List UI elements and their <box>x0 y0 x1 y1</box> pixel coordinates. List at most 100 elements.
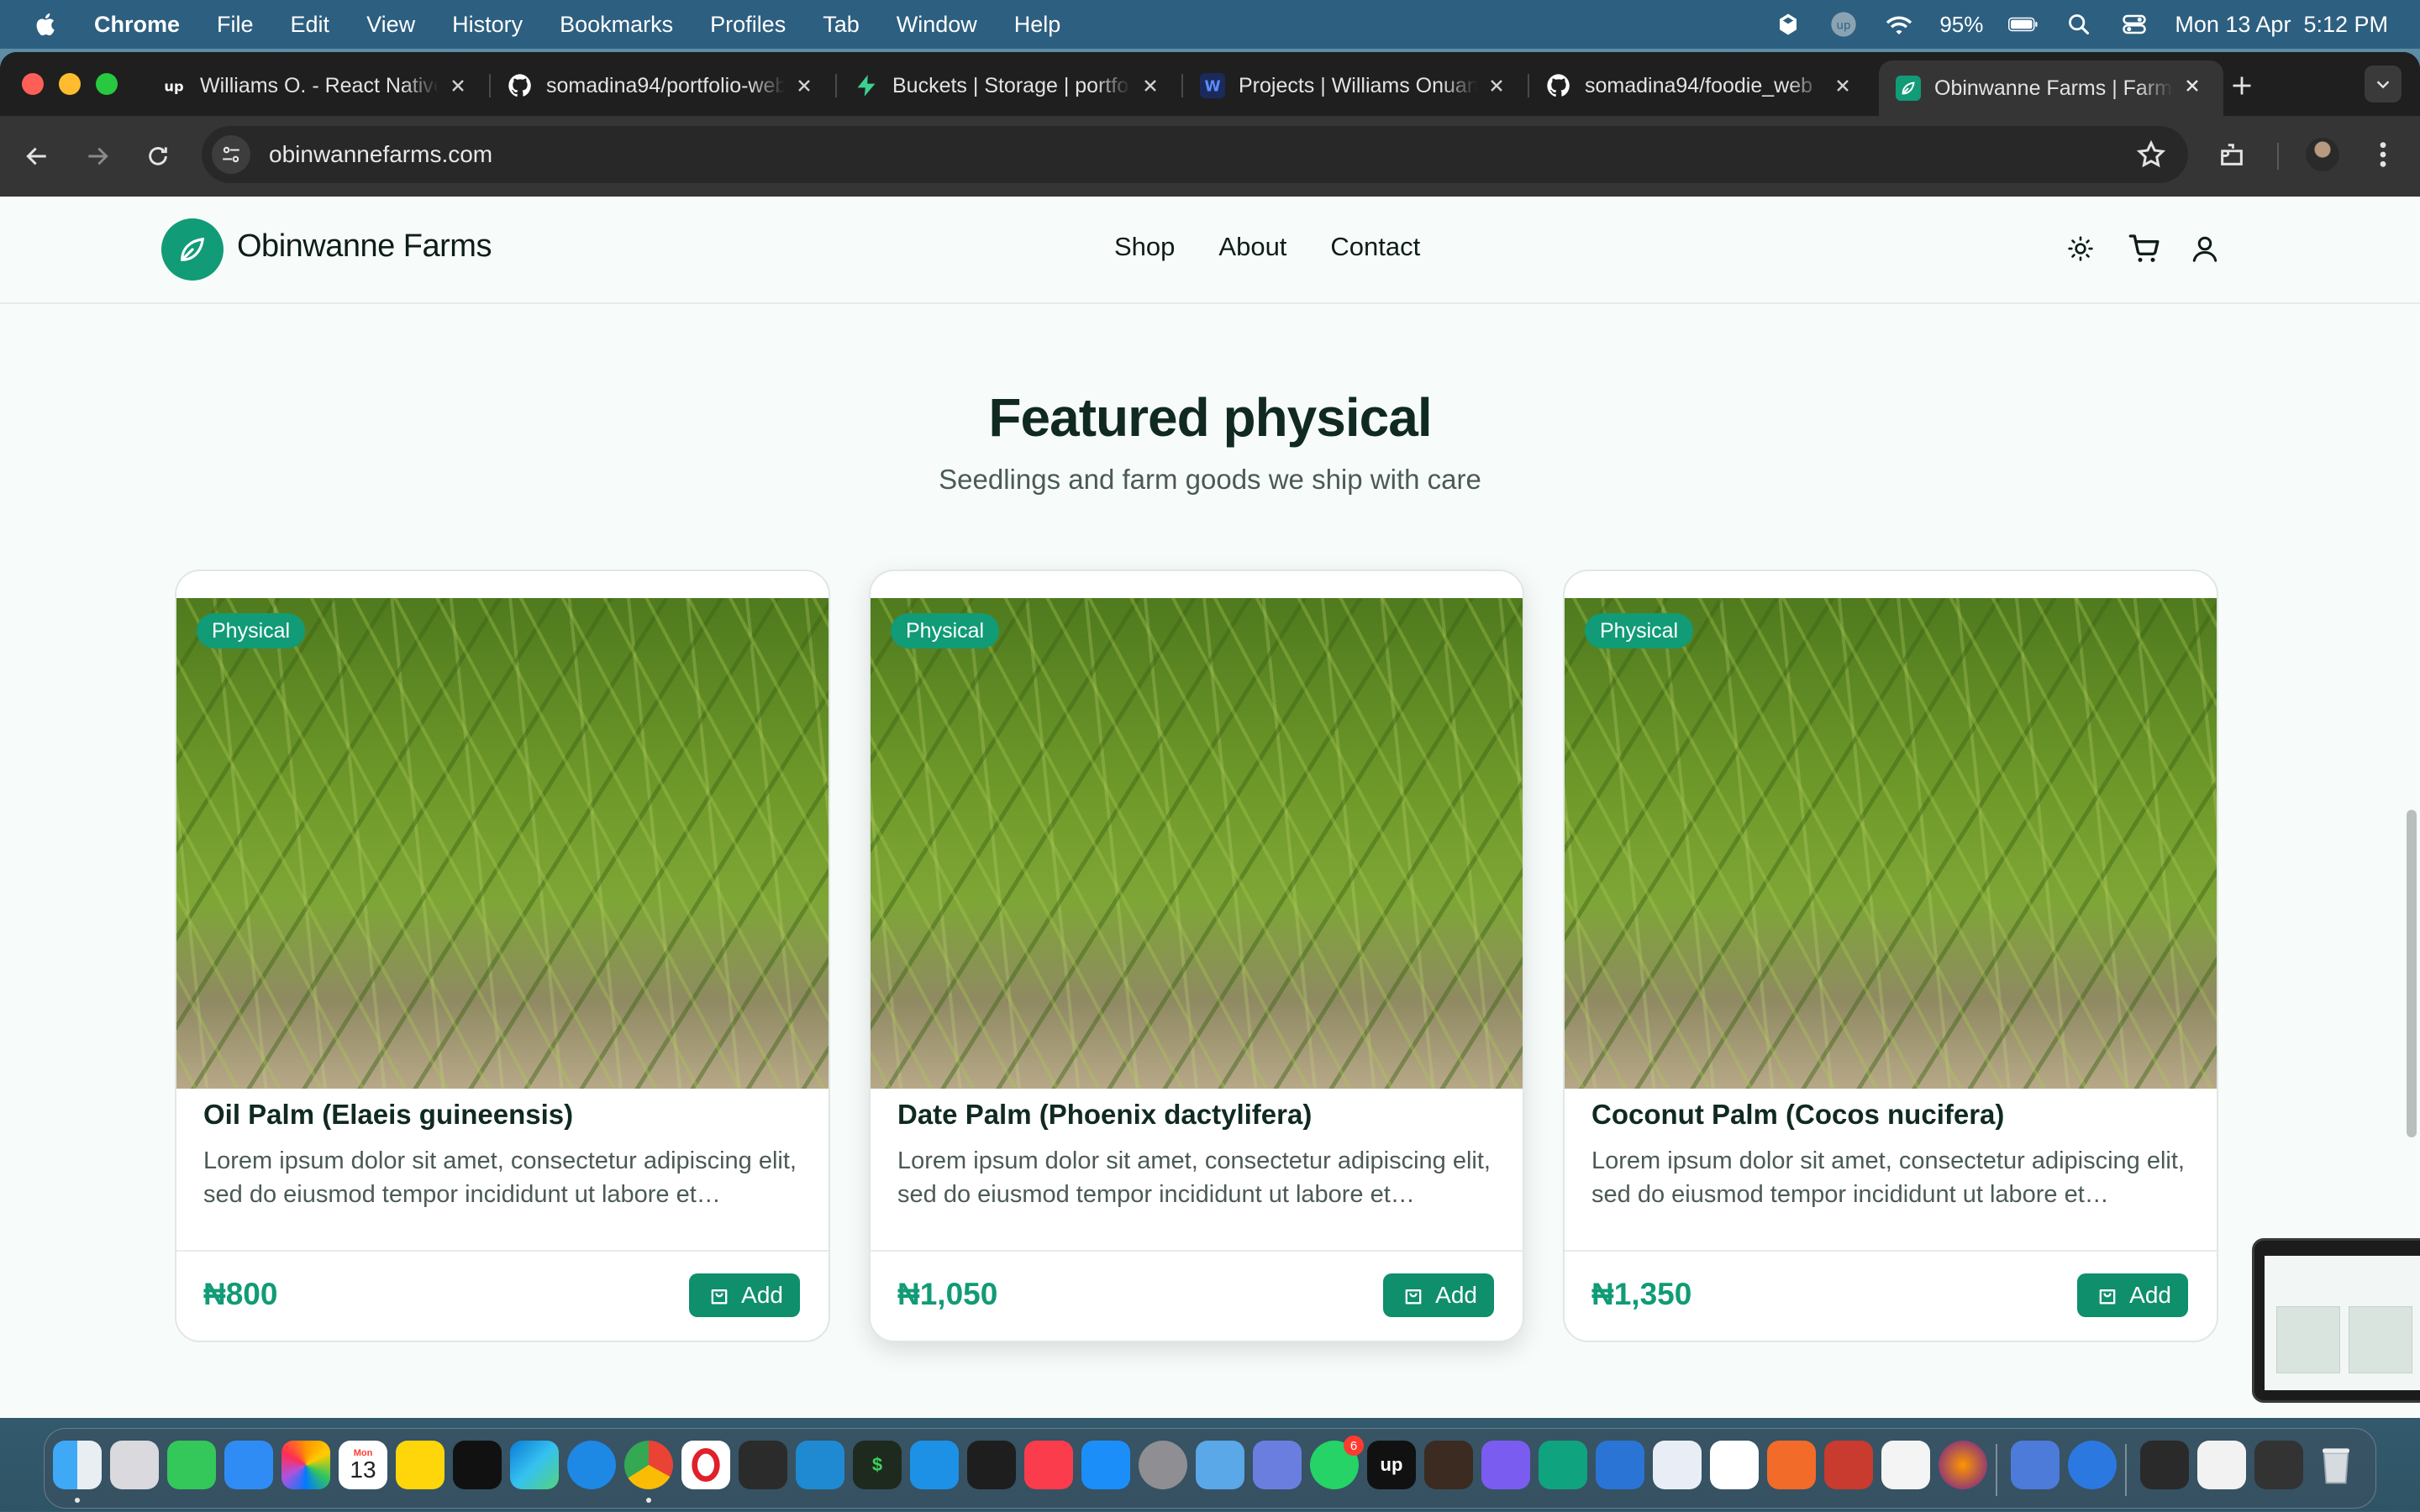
product-card[interactable]: Physical Date Palm (Phoenix dactylifera)… <box>869 570 1524 1342</box>
textedit-icon[interactable] <box>1881 1441 1930 1489</box>
vscode-icon[interactable] <box>796 1441 844 1489</box>
quick-search-icon[interactable] <box>2068 1441 2117 1489</box>
leaf-logo-icon[interactable] <box>161 218 224 281</box>
battery-icon[interactable] <box>2008 9 2039 39</box>
chrome-icon[interactable] <box>624 1441 673 1489</box>
mail-icon[interactable] <box>224 1441 273 1489</box>
messages-icon[interactable] <box>167 1441 216 1489</box>
docker-icon[interactable] <box>910 1441 959 1489</box>
launchpad-icon[interactable] <box>110 1441 159 1489</box>
menu-history[interactable]: History <box>452 12 523 38</box>
menu-app-chrome[interactable]: Chrome <box>94 12 180 38</box>
product-name[interactable]: Date Palm (Phoenix dactylifera) <box>897 1099 1312 1131</box>
address-bar-url[interactable]: obinwannefarms.com <box>269 141 492 168</box>
apple-tv-icon[interactable] <box>453 1441 502 1489</box>
site-info-tune-icon[interactable] <box>212 135 250 174</box>
user-account-icon[interactable] <box>2186 230 2223 267</box>
figma-icon[interactable] <box>967 1441 1016 1489</box>
xcode-icon[interactable] <box>1596 1441 1644 1489</box>
extensions-puzzle-icon[interactable] <box>2212 134 2252 175</box>
game-app-icon[interactable] <box>1424 1441 1473 1489</box>
archive-utility-icon[interactable] <box>1824 1441 1873 1489</box>
files-icon[interactable] <box>1196 1441 1244 1489</box>
chatgpt-icon[interactable] <box>1539 1441 1587 1489</box>
notes-icon[interactable] <box>396 1441 445 1489</box>
upwork-status-icon[interactable]: up <box>1828 9 1859 39</box>
brand-name[interactable]: Obinwanne Farms <box>237 228 492 265</box>
product-name[interactable]: Oil Palm (Elaeis guineensis) <box>203 1099 573 1131</box>
android-studio-icon[interactable] <box>1653 1441 1702 1489</box>
menu-profiles[interactable]: Profiles <box>710 12 786 38</box>
tab-search-chevron-icon[interactable] <box>2365 66 2402 102</box>
postman-icon[interactable] <box>1767 1441 1816 1489</box>
edge-icon[interactable] <box>510 1441 559 1489</box>
nav-about-link[interactable]: About <box>1218 232 1286 262</box>
menu-view[interactable]: View <box>366 12 415 38</box>
menu-file[interactable]: File <box>217 12 254 38</box>
minimized-window-thumbnail[interactable] <box>2197 1441 2246 1489</box>
photos-icon[interactable] <box>281 1441 330 1489</box>
chrome-menu-kebab-icon[interactable] <box>2363 134 2403 175</box>
menu-help[interactable]: Help <box>1014 12 1061 38</box>
menu-bookmarks[interactable]: Bookmarks <box>560 12 673 38</box>
menubar-datetime[interactable]: Mon 13 Apr 5:12 PM <box>2175 12 2388 38</box>
proton-vpn-icon[interactable] <box>1481 1441 1530 1489</box>
minimize-window-button[interactable] <box>59 73 81 95</box>
nav-shop-link[interactable]: Shop <box>1114 232 1175 262</box>
finder-icon[interactable] <box>53 1441 102 1489</box>
firefox-icon[interactable] <box>1939 1441 1987 1489</box>
minimized-window-thumbnail[interactable] <box>2140 1441 2189 1489</box>
add-to-cart-button[interactable]: Add <box>2077 1273 2188 1317</box>
product-image[interactable] <box>176 598 829 1089</box>
menu-window[interactable]: Window <box>897 12 977 38</box>
cursor-ide-icon[interactable] <box>739 1441 787 1489</box>
add-to-cart-button[interactable]: Add <box>1383 1273 1494 1317</box>
calendar-icon[interactable]: Mon 13 <box>339 1441 387 1489</box>
apple-logo-icon[interactable] <box>32 10 60 39</box>
spotlight-search-icon[interactable] <box>2064 9 2094 39</box>
tab-supabase-buckets[interactable]: Buckets | Storage | portfolio <box>837 60 1183 111</box>
tab-obinwanne-farms[interactable]: Obinwanne Farms | Farm <box>1879 60 2223 116</box>
cart-icon[interactable] <box>2126 230 2163 267</box>
menu-edit[interactable]: Edit <box>291 12 330 38</box>
back-arrow-icon[interactable] <box>17 136 57 176</box>
safari-icon[interactable] <box>567 1441 616 1489</box>
reload-icon[interactable] <box>138 136 178 176</box>
forward-arrow-icon[interactable] <box>77 136 118 176</box>
minimized-window-thumbnail[interactable] <box>2254 1441 2303 1489</box>
product-card[interactable]: Physical Coconut Palm (Cocos nucifera) L… <box>1563 570 2218 1342</box>
theme-toggle-sun-icon[interactable] <box>2062 230 2099 267</box>
screenshot-preview-thumbnail[interactable] <box>2252 1238 2420 1403</box>
nav-contact-link[interactable]: Contact <box>1330 232 1420 262</box>
dropbox-status-icon[interactable] <box>1773 9 1803 39</box>
tab-github-portfolio[interactable]: somadina94/portfolio-web <box>491 60 837 111</box>
upwork-dock-icon[interactable]: up <box>1367 1441 1416 1489</box>
close-window-button[interactable] <box>22 73 44 95</box>
address-bar[interactable]: obinwannefarms.com <box>202 126 2188 183</box>
close-tab-icon[interactable] <box>1138 73 1163 98</box>
menu-tab[interactable]: Tab <box>823 12 860 38</box>
app-store-icon[interactable] <box>1081 1441 1130 1489</box>
close-tab-icon[interactable] <box>1484 73 1509 98</box>
close-tab-icon[interactable] <box>1830 73 1855 98</box>
add-to-cart-button[interactable]: Add <box>689 1273 800 1317</box>
page-scrollbar[interactable] <box>2407 810 2417 1137</box>
opera-icon[interactable] <box>681 1441 730 1489</box>
fullscreen-window-button[interactable] <box>96 73 118 95</box>
profile-avatar[interactable] <box>2302 134 2343 175</box>
wifi-icon[interactable] <box>1884 9 1914 39</box>
product-image[interactable] <box>871 598 1523 1089</box>
trash-icon[interactable] <box>2312 1441 2360 1489</box>
simulator-icon[interactable] <box>1253 1441 1302 1489</box>
tab-upwork[interactable]: up Williams O. - React Native <box>145 60 491 111</box>
mongodb-compass-icon[interactable] <box>1710 1441 1759 1489</box>
product-card[interactable]: Physical Oil Palm (Elaeis guineensis) Lo… <box>175 570 830 1342</box>
tab-projects[interactable]: W Projects | Williams Onuanwu <box>1183 60 1529 111</box>
close-tab-icon[interactable] <box>792 73 817 98</box>
product-image[interactable] <box>1565 598 2217 1089</box>
close-tab-icon[interactable] <box>2180 73 2205 98</box>
downloads-folder-icon[interactable] <box>2011 1441 2060 1489</box>
control-center-icon[interactable] <box>2119 9 2149 39</box>
music-icon[interactable] <box>1024 1441 1073 1489</box>
new-tab-plus-icon[interactable] <box>2227 71 2257 101</box>
